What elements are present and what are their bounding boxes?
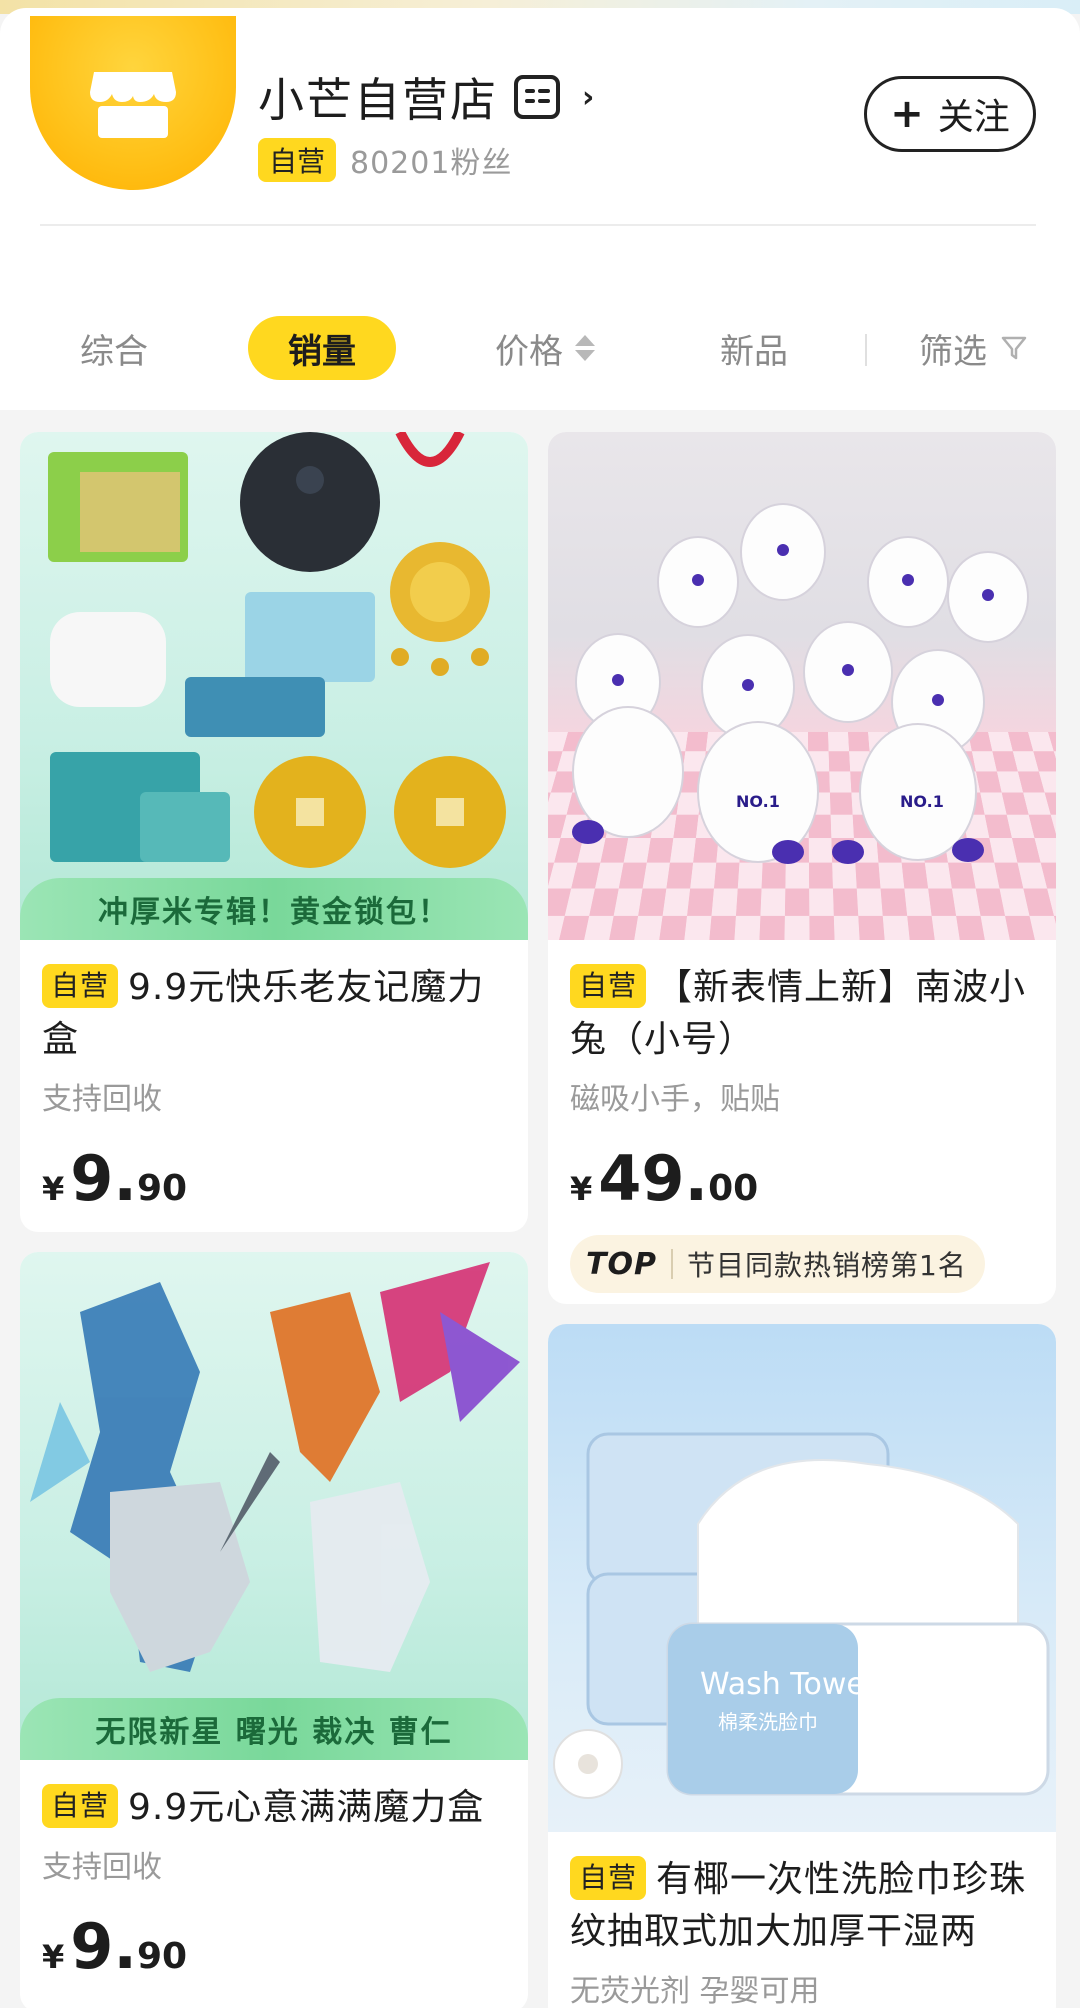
product-image[interactable]: Wash Towel 棉柔洗脸巾	[548, 1324, 1056, 1832]
product-subtitle: 无荧光剂 孕婴可用	[570, 1974, 820, 2008]
product-title[interactable]: 自营 9.9元心意满满魔力盒	[42, 1782, 506, 1834]
store-avatar[interactable]	[30, 16, 236, 190]
store-name-row[interactable]: 小芒自营店 ›	[258, 64, 596, 130]
product-subtitle: 支持回收	[42, 1082, 162, 1117]
tab-price-label: 价格	[495, 331, 563, 372]
tag-divider	[670, 1249, 673, 1279]
tab-separator	[865, 334, 867, 366]
store-meta: 自营 80201粉丝	[258, 138, 512, 182]
top-logo-icon: TOP	[586, 1246, 657, 1282]
package-sublabel: 棉柔洗脸巾	[718, 1710, 818, 1734]
product-title[interactable]: 自营 9.9元快乐老友记魔力盒	[42, 962, 506, 1066]
divider	[40, 224, 1036, 226]
product-image[interactable]: 无限新星 曙光 裁决 曹仁	[20, 1252, 528, 1760]
price-decimal: 00	[708, 1168, 759, 1209]
self-operated-badge: 自营	[42, 1784, 118, 1828]
tab-sales[interactable]: 销量	[248, 316, 396, 380]
store-name: 小芒自营店	[258, 73, 498, 127]
no1-label: NO.1	[736, 792, 780, 811]
product-title[interactable]: 自营 有椰一次性洗脸巾珍珠纹抽取式加大加厚干湿两	[570, 1854, 1034, 1958]
tab-filter-label: 筛选	[919, 331, 987, 372]
product-card[interactable]: 冲厚米专辑！黄金锁包！ 自营 9.9元快乐老友记魔力盒 支持回收 ¥ 9. 90	[20, 432, 528, 1232]
follow-label: 关注	[937, 97, 1010, 138]
image-banner: 冲厚米专辑！黄金锁包！	[20, 878, 528, 940]
currency-symbol: ¥	[42, 1170, 65, 1208]
product-title[interactable]: 自营 【新表情上新】南波小兔（小号）	[570, 962, 1034, 1066]
product-collage-illustration	[48, 432, 506, 868]
no1-label: NO.1	[900, 792, 944, 811]
product-subtitle: 磁吸小手，贴贴	[570, 1082, 780, 1117]
plush-bunnies-illustration: NO.1 NO.1	[572, 503, 1029, 864]
shop-icon	[90, 72, 176, 138]
price-decimal: 90	[136, 1168, 188, 1209]
wash-towel-illustration: Wash Towel 棉柔洗脸巾	[553, 1432, 1050, 1799]
plus-icon: +	[890, 91, 924, 137]
tab-overall[interactable]: 综合	[54, 316, 174, 380]
currency-symbol: ¥	[42, 1938, 65, 1976]
mecha-figures-illustration	[30, 1262, 520, 1672]
follow-button[interactable]: + 关注	[864, 76, 1036, 152]
product-card[interactable]: 无限新星 曙光 裁决 曹仁 自营 9.9元心意满满魔力盒 支持回收 ¥ 9. 90	[20, 1252, 528, 2008]
product-price: ¥ 9. 90	[42, 1142, 506, 1215]
tab-new[interactable]: 新品	[694, 316, 814, 380]
price-decimal: 90	[136, 1936, 188, 1977]
self-operated-badge: 自营	[570, 964, 646, 1008]
fans-count: 80201粉丝	[350, 146, 513, 181]
self-operated-badge: 自营	[570, 1856, 646, 1900]
ranking-text: 节目同款热销榜第1名	[686, 1249, 967, 1282]
self-operated-badge: 自营	[258, 138, 336, 182]
filter-icon	[1001, 336, 1027, 360]
sort-arrows-icon	[575, 335, 595, 361]
ranking-tag[interactable]: TOP 节目同款热销榜第1名	[570, 1235, 985, 1293]
tab-price[interactable]: 价格	[470, 316, 620, 380]
price-integer: 49.	[598, 1142, 709, 1215]
tab-filter[interactable]: 筛选	[908, 316, 1038, 380]
product-image[interactable]: NO.1 NO.1	[548, 432, 1056, 940]
image-banner: 无限新星 曙光 裁决 曹仁	[20, 1698, 528, 1760]
currency-symbol: ¥	[570, 1170, 593, 1208]
package-label: Wash Towel	[700, 1667, 873, 1702]
product-card[interactable]: NO.1 NO.1 自营 【新表情上新】南波小兔（小号） 磁吸小手，贴贴 ¥ 49…	[548, 432, 1056, 1304]
product-price: ¥ 9. 90	[42, 1910, 506, 1983]
chevron-right-icon[interactable]: ›	[582, 80, 596, 115]
store-info-icon[interactable]	[514, 75, 560, 119]
product-price: ¥ 49. 00	[570, 1142, 1034, 1215]
sort-tabs: 综合 销量 价格 新品 筛选	[0, 308, 1080, 388]
price-integer: 9.	[70, 1142, 137, 1215]
product-title-text: 9.9元心意满满魔力盒	[128, 1787, 485, 1828]
store-header: 小芒自营店 › 自营 80201粉丝 + 关注 综合 销量 价格 新品 筛选	[0, 8, 1080, 410]
price-integer: 9.	[70, 1910, 137, 1983]
self-operated-badge: 自营	[42, 964, 118, 1008]
product-card[interactable]: Wash Towel 棉柔洗脸巾 自营 有椰一次性洗脸巾珍珠纹抽取式加大加厚干湿两…	[548, 1324, 1056, 2008]
product-subtitle: 支持回收	[42, 1850, 162, 1885]
product-image[interactable]: 冲厚米专辑！黄金锁包！	[20, 432, 528, 940]
